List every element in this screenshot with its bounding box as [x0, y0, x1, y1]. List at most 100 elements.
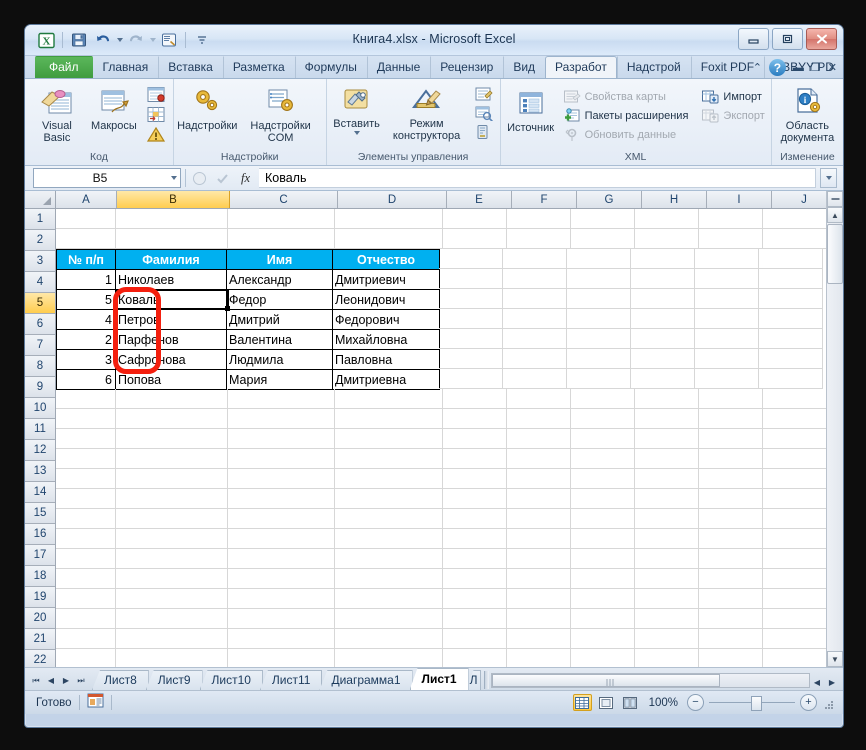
cell-D16[interactable]: [335, 509, 443, 529]
cell-J20[interactable]: [763, 589, 827, 609]
cell-A5[interactable]: 5: [56, 289, 116, 310]
insert-control-dropdown-arrow[interactable]: [354, 131, 361, 135]
cell-F14[interactable]: [507, 469, 571, 489]
zoom-out-button[interactable]: −: [687, 694, 704, 711]
cell-B9[interactable]: Попова: [115, 369, 227, 390]
cell-A3[interactable]: № п/п: [56, 249, 116, 270]
normal-view-button[interactable]: [572, 694, 592, 711]
cell-G20[interactable]: [571, 589, 635, 609]
cell-A12[interactable]: [56, 429, 116, 449]
cell-E20[interactable]: [443, 589, 507, 609]
cell-A11[interactable]: [56, 409, 116, 429]
cell-I9[interactable]: [695, 369, 759, 389]
grid-cells[interactable]: № п/п Фамилия Имя Отчество 1 Николаев Александ…: [56, 209, 843, 667]
cell-E22[interactable]: [443, 629, 507, 649]
tab-file[interactable]: Файл: [35, 56, 93, 78]
xml-source-button[interactable]: Источник: [505, 88, 557, 136]
column-header-d[interactable]: D: [338, 191, 447, 208]
macros-button[interactable]: Макросы: [88, 84, 140, 134]
cell-I17[interactable]: [699, 529, 763, 549]
cell-G14[interactable]: [571, 469, 635, 489]
page-layout-view-button[interactable]: [597, 694, 616, 711]
cancel-edit-button[interactable]: [190, 169, 209, 187]
cell-B19[interactable]: [116, 569, 228, 589]
zoom-slider-thumb[interactable]: [751, 696, 762, 711]
cell-F4[interactable]: [503, 269, 567, 289]
cell-F2[interactable]: [507, 229, 571, 249]
cell-G9[interactable]: [567, 369, 631, 389]
column-header-i[interactable]: I: [707, 191, 772, 208]
insert-function-button[interactable]: fx: [236, 169, 255, 187]
cell-E23[interactable]: [443, 649, 507, 667]
column-header-f[interactable]: F: [512, 191, 577, 208]
cell-G3[interactable]: [567, 249, 631, 269]
column-header-b[interactable]: B: [117, 191, 230, 208]
tab-split-handle[interactable]: [484, 671, 490, 689]
cell-B12[interactable]: [116, 429, 228, 449]
cell-C17[interactable]: [228, 529, 335, 549]
export-button[interactable]: Экспорт: [698, 107, 767, 125]
cell-C10[interactable]: [228, 389, 335, 409]
cell-C6[interactable]: Дмитрий: [226, 309, 333, 330]
name-box[interactable]: B5: [33, 168, 181, 188]
cell-J10[interactable]: [763, 389, 827, 409]
cell-A18[interactable]: [56, 549, 116, 569]
cell-F1[interactable]: [507, 209, 571, 229]
formula-input[interactable]: Коваль: [259, 168, 816, 188]
tab-review[interactable]: Рецензир: [430, 56, 503, 78]
run-dialog-button[interactable]: [471, 123, 496, 141]
cell-A1[interactable]: [56, 209, 116, 229]
cell-G18[interactable]: [571, 549, 635, 569]
vertical-scroll-thumb[interactable]: [827, 224, 843, 284]
cell-C2[interactable]: [228, 229, 335, 249]
properties-button[interactable]: [471, 85, 496, 103]
scroll-split-button[interactable]: [827, 191, 843, 207]
cell-H18[interactable]: [635, 549, 699, 569]
cell-C4[interactable]: Александр: [226, 269, 333, 290]
cell-D19[interactable]: [335, 569, 443, 589]
cell-A6[interactable]: 4: [56, 309, 116, 330]
sheet-tab-list10[interactable]: Лист10: [199, 670, 263, 690]
cell-B17[interactable]: [116, 529, 228, 549]
cell-B15[interactable]: [116, 489, 228, 509]
cell-D21[interactable]: [335, 609, 443, 629]
cell-C7[interactable]: Валентина: [226, 329, 333, 350]
row-header-20[interactable]: 20: [25, 608, 55, 629]
cell-H14[interactable]: [635, 469, 699, 489]
cell-B8[interactable]: Сафронова: [115, 349, 227, 370]
cell-H15[interactable]: [635, 489, 699, 509]
cell-G4[interactable]: [567, 269, 631, 289]
cell-J1[interactable]: [763, 209, 827, 229]
cell-B20[interactable]: [116, 589, 228, 609]
cell-J19[interactable]: [763, 569, 827, 589]
cell-G11[interactable]: [571, 409, 635, 429]
cell-I5[interactable]: [695, 289, 759, 309]
cell-G13[interactable]: [571, 449, 635, 469]
column-header-g[interactable]: G: [577, 191, 642, 208]
cell-C22[interactable]: [228, 629, 335, 649]
row-header-14[interactable]: 14: [25, 482, 55, 503]
record-macro-button[interactable]: [143, 85, 169, 104]
cell-E6[interactable]: [439, 309, 503, 329]
collapse-ribbon-icon[interactable]: ⌃: [753, 61, 762, 74]
cell-D13[interactable]: [335, 449, 443, 469]
cell-D20[interactable]: [335, 589, 443, 609]
horizontal-scrollbar[interactable]: [491, 673, 810, 688]
row-header-11[interactable]: 11: [25, 419, 55, 440]
row-header-13[interactable]: 13: [25, 461, 55, 482]
cell-A14[interactable]: [56, 469, 116, 489]
cell-D15[interactable]: [335, 489, 443, 509]
cell-E15[interactable]: [443, 489, 507, 509]
cell-A8[interactable]: 3: [56, 349, 116, 370]
cell-I8[interactable]: [695, 349, 759, 369]
cell-C12[interactable]: [228, 429, 335, 449]
cell-F19[interactable]: [507, 569, 571, 589]
cell-E1[interactable]: [443, 209, 507, 229]
cell-H17[interactable]: [635, 529, 699, 549]
cell-H22[interactable]: [635, 629, 699, 649]
cell-B7[interactable]: Парфенов: [115, 329, 227, 350]
cell-F18[interactable]: [507, 549, 571, 569]
cell-H20[interactable]: [635, 589, 699, 609]
cell-I18[interactable]: [699, 549, 763, 569]
cell-B16[interactable]: [116, 509, 228, 529]
